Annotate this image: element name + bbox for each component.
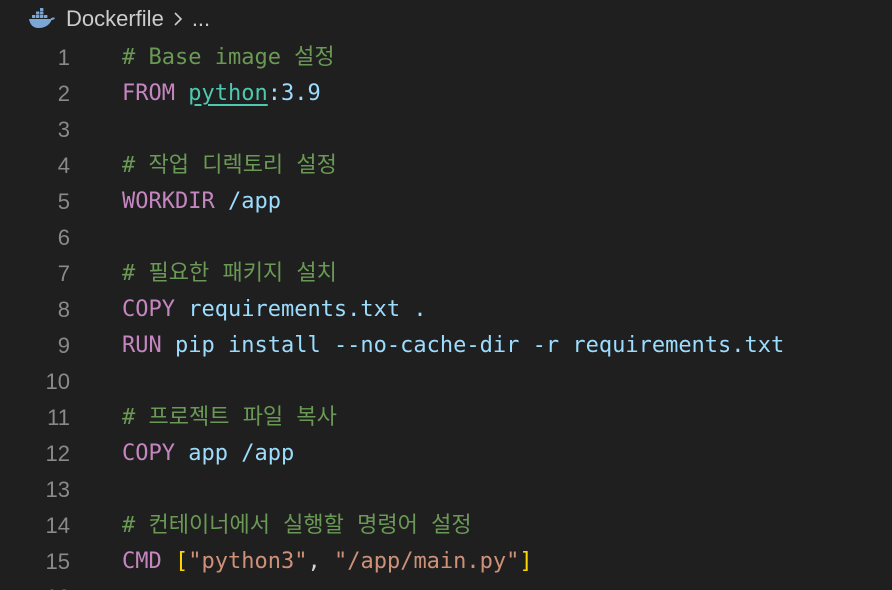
token-keyword: RUN <box>122 333 162 358</box>
line-content: WORKDIR /app <box>122 184 281 220</box>
line-content: FROM python:3.9 <box>122 76 321 112</box>
code-line[interactable]: 3 <box>0 112 892 148</box>
line-number: 7 <box>57 261 70 286</box>
token-comment: # 컨테이너에서 실행할 명령어 설정 <box>122 513 472 538</box>
line-content: # 프로젝트 파일 복사 <box>122 400 337 436</box>
token-bracket: [ <box>175 549 189 574</box>
token-ident: /app <box>227 189 281 214</box>
line-number: 9 <box>57 333 70 358</box>
token-keyword: COPY <box>122 297 175 322</box>
line-content: CMD ["python3", "/app/main.py"] <box>122 544 533 580</box>
code-editor[interactable]: Dockerfile ... 1 # Base image 설정 2 FROM pyt… <box>0 0 892 590</box>
token-bracket: ] <box>519 549 533 574</box>
line-number: 10 <box>45 369 70 394</box>
line-content: # 컨테이너에서 실행할 명령어 설정 <box>122 508 472 544</box>
line-number: 12 <box>45 441 70 466</box>
code-line[interactable]: 12 COPY app /app <box>0 436 892 472</box>
line-content: RUN pip install --no-cache-dir -r requir… <box>122 328 784 364</box>
token-keyword: COPY <box>122 441 175 466</box>
token-ident: pip install --no-cache-dir -r requiremen… <box>175 333 785 358</box>
token-keyword: FROM <box>122 81 175 106</box>
code-line[interactable]: 4 # 작업 디렉토리 설정 <box>0 148 892 184</box>
line-number: 4 <box>57 153 70 178</box>
line-number: 13 <box>45 477 70 502</box>
code-line[interactable]: 10 <box>0 364 892 400</box>
chevron-right-icon <box>172 9 184 29</box>
code-area[interactable]: 1 # Base image 설정 2 FROM python:3.9 3 4 # 작업 디… <box>0 40 892 590</box>
token-ident: :3.9 <box>267 81 321 106</box>
code-line[interactable]: 7 # 필요한 패키지 설치 <box>0 256 892 292</box>
code-line[interactable]: 8 COPY requirements.txt . <box>0 292 892 328</box>
line-number: 3 <box>57 117 70 142</box>
line-number: 11 <box>47 405 70 430</box>
line-number: 6 <box>57 225 70 250</box>
line-number: 1 <box>57 45 70 70</box>
token-ident: app /app <box>188 441 295 466</box>
token-comment: # 작업 디렉토리 설정 <box>122 153 337 178</box>
token-link: python <box>188 81 268 106</box>
line-number: 15 <box>45 549 70 574</box>
token-keyword: WORKDIR <box>122 189 215 214</box>
line-number: 14 <box>45 513 70 538</box>
code-line[interactable]: 11 # 프로젝트 파일 복사 <box>0 400 892 436</box>
line-content: # Base image 설정 <box>122 40 335 76</box>
code-line[interactable]: 1 # Base image 설정 <box>0 40 892 76</box>
token-plain: , <box>307 549 334 574</box>
breadcrumb-ellipsis[interactable]: ... <box>192 6 210 32</box>
line-number: 16 <box>0 580 70 590</box>
token-comment: # 필요한 패키지 설치 <box>122 261 337 286</box>
line-content: # 필요한 패키지 설치 <box>122 256 337 292</box>
line-content: # 작업 디렉토리 설정 <box>122 148 337 184</box>
token-comment: # 프로젝트 파일 복사 <box>122 405 337 430</box>
token-string: "python3" <box>188 549 308 574</box>
docker-icon <box>28 8 56 30</box>
code-line[interactable]: 14 # 컨테이너에서 실행할 명령어 설정 <box>0 508 892 544</box>
line-number: 2 <box>57 81 70 106</box>
code-line[interactable]: 5 WORKDIR /app <box>0 184 892 220</box>
line-content: COPY requirements.txt . <box>122 292 427 328</box>
code-line[interactable]: 13 <box>0 472 892 508</box>
token-keyword: CMD <box>122 549 162 574</box>
code-line[interactable]: 2 FROM python:3.9 <box>0 76 892 112</box>
breadcrumb-file[interactable]: Dockerfile <box>66 6 164 32</box>
line-number: 5 <box>57 189 70 214</box>
token-comment: # Base image 설정 <box>122 45 335 70</box>
code-line[interactable]: 9 RUN pip install --no-cache-dir -r requi… <box>0 328 892 364</box>
code-line[interactable]: 16 <box>0 580 892 590</box>
code-line[interactable]: 6 <box>0 220 892 256</box>
line-number: 8 <box>57 297 70 322</box>
code-line[interactable]: 15 CMD ["python3", "/app/main.py"] <box>0 544 892 580</box>
token-ident: requirements.txt . <box>188 297 427 322</box>
breadcrumb: Dockerfile ... <box>28 5 210 33</box>
line-content: COPY app /app <box>122 436 294 472</box>
token-string: "/app/main.py" <box>333 549 520 574</box>
